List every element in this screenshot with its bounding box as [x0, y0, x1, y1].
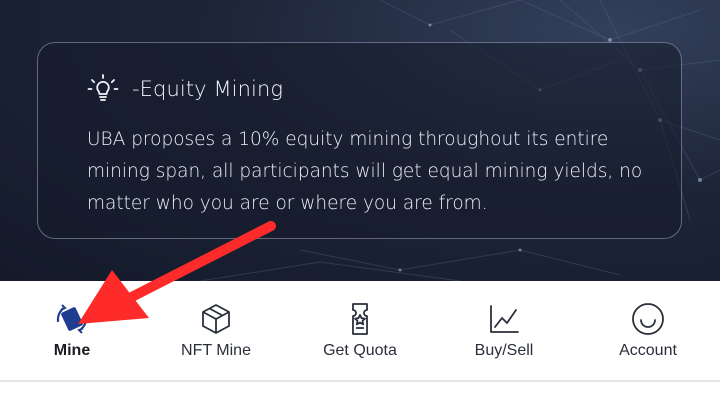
card-description: UBA proposes a 10% equity mining through…	[87, 129, 643, 214]
mine-sync-icon	[56, 304, 88, 334]
tab-account[interactable]: Account	[598, 281, 698, 381]
tab-nft-mine[interactable]: NFT Mine	[166, 281, 266, 381]
card-header: -Equity Mining	[86, 73, 283, 105]
tab-mine-label: Mine	[53, 342, 91, 359]
cube-icon	[202, 304, 230, 334]
tab-account-label: Account	[619, 342, 677, 359]
equity-mining-card: -Equity Mining UBA proposes a 10% equity…	[37, 42, 682, 239]
card-title: -Equity Mining	[132, 77, 284, 101]
hero-banner: -Equity Mining UBA proposes a 10% equity…	[0, 0, 720, 281]
tab-get-quota[interactable]: Get Quota	[310, 281, 410, 381]
lightbulb-icon	[87, 74, 119, 101]
tab-get-quota-label: Get Quota	[323, 342, 397, 359]
tab-buy-sell[interactable]: Buy/Sell	[454, 281, 554, 381]
tab-nft-mine-label: NFT Mine	[181, 342, 251, 359]
bottom-divider	[0, 380, 720, 382]
smiley-icon	[632, 303, 664, 335]
chart-line-icon	[490, 305, 519, 333]
tab-mine[interactable]: Mine	[28, 281, 116, 381]
bottom-tab-bar: Mine NFT Mine Get Quota Buy/Sell Account	[0, 281, 720, 381]
tab-buy-sell-label: Buy/Sell	[474, 342, 534, 359]
ticket-icon	[352, 303, 368, 335]
